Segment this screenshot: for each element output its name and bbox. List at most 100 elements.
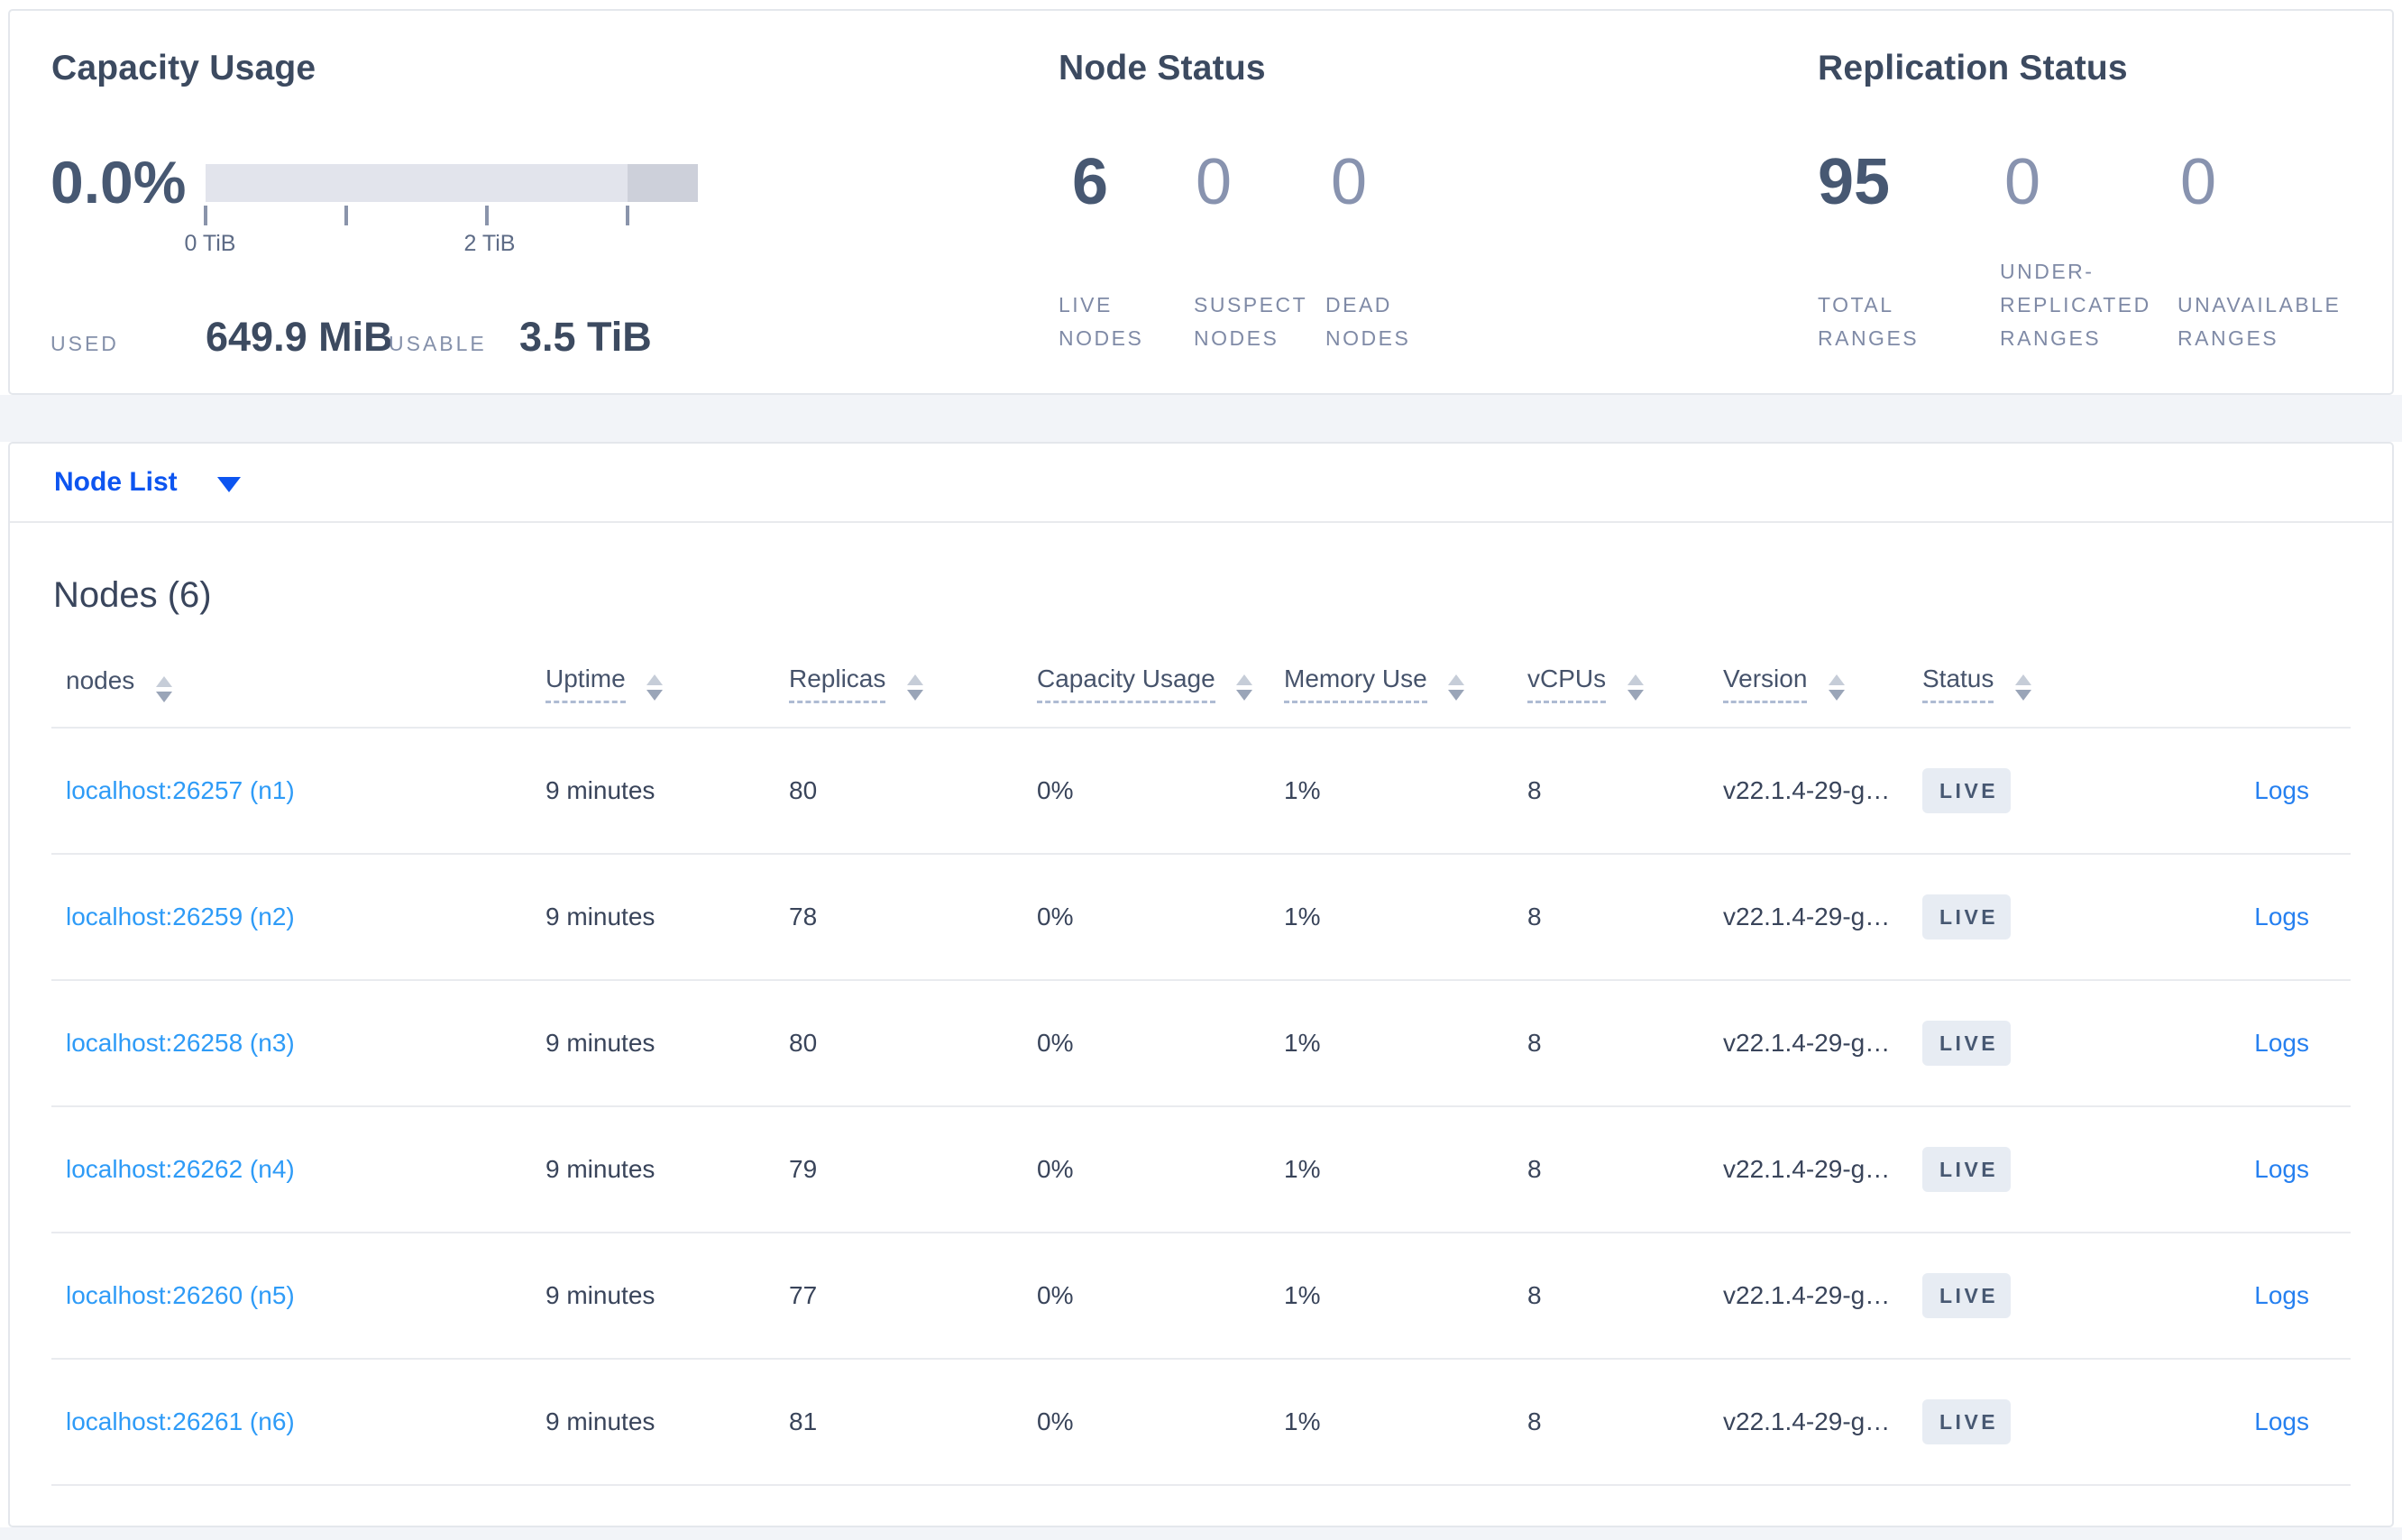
sort-icon[interactable] — [646, 674, 664, 701]
node-link[interactable]: localhost:26261 (n6) — [66, 1407, 295, 1435]
logs-link[interactable]: Logs — [2254, 903, 2309, 930]
uptime-cell: 9 minutes — [545, 1233, 789, 1360]
status-badge: LIVE — [1922, 1399, 2012, 1444]
column-label: Version — [1723, 665, 1808, 703]
node-link[interactable]: localhost:26260 (n5) — [66, 1281, 295, 1309]
capacity-cell: 0% — [1037, 1106, 1284, 1233]
capacity-cell: 0% — [1037, 728, 1284, 855]
uptime-cell: 9 minutes — [545, 1359, 789, 1486]
vcpus-cell: 8 — [1527, 980, 1723, 1107]
memory-cell: 1% — [1284, 1106, 1527, 1233]
sort-icon[interactable] — [907, 674, 924, 701]
node-status-title: Node Status — [1059, 49, 1266, 87]
sort-icon[interactable] — [1627, 674, 1644, 701]
replicas-cell: 80 — [789, 980, 1037, 1107]
node-list-card: Node List Nodes (6) nodes Uptime Replica… — [8, 442, 2394, 1527]
bar-tick-2 — [485, 206, 489, 225]
table-header-row: nodes Uptime Replicas Capacity Usage Mem… — [51, 641, 2351, 729]
column-header-version[interactable]: Version — [1723, 641, 1922, 729]
bar-tick-1 — [344, 206, 348, 225]
cluster-summary-card: Capacity Usage 0.0% 0 TiB 2 TiB USED 649… — [8, 9, 2394, 395]
live-nodes-label: LIVE NODES — [1059, 293, 1144, 350]
capacity-cell: 0% — [1037, 1359, 1284, 1486]
column-header-nodes[interactable]: nodes — [51, 641, 545, 729]
view-selector-dropdown[interactable]: Node List — [10, 444, 2392, 523]
table-row: localhost:26259 (n2) 9 minutes 78 0% 1% … — [51, 854, 2351, 981]
replicas-cell: 80 — [789, 728, 1037, 855]
version-cell: v22.1.4-29-g… — [1723, 1233, 1922, 1360]
replicas-cell: 81 — [789, 1359, 1037, 1486]
capacity-usage-title: Capacity Usage — [51, 49, 316, 87]
logs-link[interactable]: Logs — [2254, 1407, 2309, 1435]
column-header-vcpus[interactable]: vCPUs — [1527, 641, 1723, 729]
memory-cell: 1% — [1284, 728, 1527, 855]
column-label: Status — [1922, 665, 1994, 703]
table-row: localhost:26261 (n6) 9 minutes 81 0% 1% … — [51, 1359, 2351, 1486]
column-label: Memory Use — [1284, 665, 1427, 703]
usable-value: 3.5 TiB — [519, 314, 652, 360]
logs-link[interactable]: Logs — [2254, 776, 2309, 804]
version-cell: v22.1.4-29-g… — [1723, 980, 1922, 1107]
logs-link[interactable]: Logs — [2254, 1029, 2309, 1057]
under-replicated-ranges-label: UNDER-REPLICATED RANGES — [2000, 260, 2151, 350]
status-badge: LIVE — [1922, 1273, 2012, 1318]
uptime-cell: 9 minutes — [545, 980, 789, 1107]
sort-icon[interactable] — [1236, 674, 1253, 701]
memory-cell: 1% — [1284, 854, 1527, 981]
unavailable-ranges-count: 0 — [2180, 146, 2217, 218]
under-replicated-ranges-count: 0 — [2004, 146, 2041, 218]
sort-icon[interactable] — [2015, 674, 2032, 701]
bar-tick-label-2: 2 TiB — [463, 231, 516, 256]
column-header-replicas[interactable]: Replicas — [789, 641, 1037, 729]
replication-status-title: Replication Status — [1818, 49, 2128, 87]
section-divider-band — [0, 395, 2402, 442]
column-label: Capacity Usage — [1037, 665, 1215, 703]
memory-cell: 1% — [1284, 1359, 1527, 1486]
version-cell: v22.1.4-29-g… — [1723, 1359, 1922, 1486]
column-header-memory-use[interactable]: Memory Use — [1284, 641, 1527, 729]
sort-icon[interactable] — [1829, 674, 1846, 701]
vcpus-cell: 8 — [1527, 854, 1723, 981]
sort-icon[interactable] — [1448, 674, 1465, 701]
used-value: 649.9 MiB — [206, 314, 393, 360]
usable-label: USABLE — [389, 332, 487, 355]
column-label: Replicas — [789, 665, 886, 703]
version-cell: v22.1.4-29-g… — [1723, 728, 1922, 855]
uptime-cell: 9 minutes — [545, 1106, 789, 1233]
memory-cell: 1% — [1284, 1233, 1527, 1360]
replicas-cell: 79 — [789, 1106, 1037, 1233]
logs-link[interactable]: Logs — [2254, 1155, 2309, 1183]
column-label: Uptime — [545, 665, 626, 703]
nodes-table-title: Nodes (6) — [53, 575, 212, 615]
node-link[interactable]: localhost:26258 (n3) — [66, 1029, 295, 1057]
dead-nodes-label: DEAD NODES — [1325, 293, 1411, 350]
column-header-uptime[interactable]: Uptime — [545, 641, 789, 729]
memory-cell: 1% — [1284, 980, 1527, 1107]
node-link[interactable]: localhost:26262 (n4) — [66, 1155, 295, 1183]
status-badge: LIVE — [1922, 1147, 2012, 1192]
column-header-logs — [2113, 641, 2351, 729]
column-label: nodes — [66, 665, 135, 694]
live-nodes-count: 6 — [1072, 146, 1109, 218]
uptime-cell: 9 minutes — [545, 728, 789, 855]
unavailable-ranges-label: UNAVAILABLE RANGES — [2177, 293, 2342, 350]
nodes-table-section: Nodes (6) nodes Uptime Replicas Capacity… — [10, 523, 2392, 1526]
used-label: USED — [50, 332, 119, 355]
node-link[interactable]: localhost:26259 (n2) — [66, 903, 295, 930]
view-selector-label[interactable]: Node List — [54, 467, 178, 498]
vcpus-cell: 8 — [1527, 1359, 1723, 1486]
status-badge: LIVE — [1922, 768, 2012, 813]
table-row: localhost:26258 (n3) 9 minutes 80 0% 1% … — [51, 980, 2351, 1107]
column-header-capacity-usage[interactable]: Capacity Usage — [1037, 641, 1284, 729]
table-row: localhost:26260 (n5) 9 minutes 77 0% 1% … — [51, 1233, 2351, 1360]
logs-link[interactable]: Logs — [2254, 1281, 2309, 1309]
capacity-cell: 0% — [1037, 854, 1284, 981]
capacity-cell: 0% — [1037, 1233, 1284, 1360]
sort-icon[interactable] — [156, 675, 173, 702]
replicas-cell: 78 — [789, 854, 1037, 981]
node-link[interactable]: localhost:26257 (n1) — [66, 776, 295, 804]
column-header-status[interactable]: Status — [1922, 641, 2113, 729]
page-bottom-band — [0, 1527, 2402, 1540]
status-badge: LIVE — [1922, 894, 2012, 940]
table-row: localhost:26257 (n1) 9 minutes 80 0% 1% … — [51, 728, 2351, 855]
